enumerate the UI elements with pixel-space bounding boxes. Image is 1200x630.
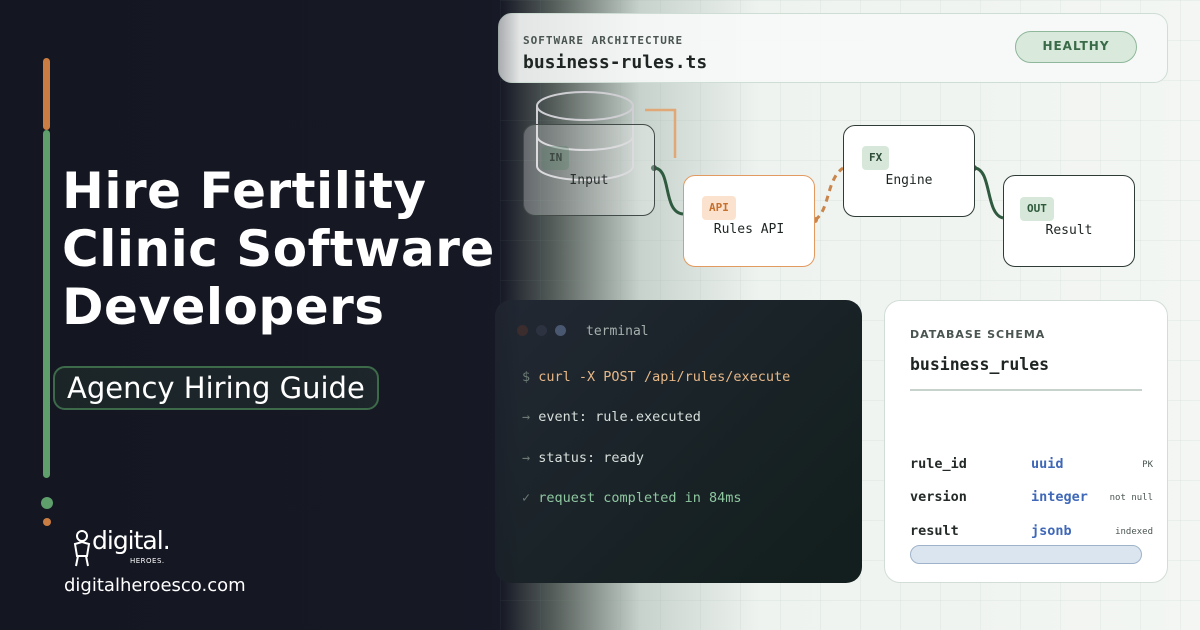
header-file-title: business-rules.ts	[523, 52, 708, 73]
headline-line: Hire Fertility	[62, 162, 427, 220]
page-headline: Hire Fertility Clinic Software Developer…	[62, 162, 512, 336]
flow-node-engine: FX Engine	[843, 125, 975, 217]
status-badge: HEALTHY	[1015, 31, 1137, 63]
schema-row: version integer not null	[910, 489, 1155, 509]
accent-dot-green	[41, 497, 53, 509]
field-name: version	[910, 489, 967, 505]
brand-logo: digital. HEROES.	[70, 526, 190, 570]
node-tag: IN	[542, 146, 570, 170]
accent-dot-orange	[43, 518, 51, 526]
field-type: uuid	[1031, 456, 1064, 472]
line-text: curl -X POST /api/rules/execute	[538, 369, 791, 385]
terminal-line: → status: ready	[522, 450, 644, 466]
headline-line: Developers	[62, 278, 385, 336]
line-prefix: →	[522, 409, 531, 425]
line-prefix: $	[522, 369, 531, 385]
node-label: Result	[1045, 223, 1093, 238]
flow-node-rules-api: API Rules API	[683, 175, 815, 267]
database-schema-card: DATABASE SCHEMA business_rules rule_id u…	[884, 300, 1168, 583]
terminal-line: → event: rule.executed	[522, 409, 701, 425]
field-name: result	[910, 523, 959, 539]
accent-bar-green	[43, 130, 50, 478]
schema-row: result jsonb indexed	[910, 523, 1155, 543]
schema-row: rule_id uuid PK	[910, 456, 1155, 476]
header-eyebrow: SOFTWARE ARCHITECTURE	[523, 34, 684, 47]
window-dot-icon	[555, 325, 566, 336]
field-attr: indexed	[1115, 527, 1153, 537]
architecture-header-card: SOFTWARE ARCHITECTURE business-rules.ts …	[498, 13, 1168, 83]
flow-node-input: IN Input	[523, 124, 655, 216]
window-dot-icon	[536, 325, 547, 336]
field-name: rule_id	[910, 456, 967, 472]
terminal-title: terminal	[586, 324, 649, 339]
node-tag: FX	[862, 146, 890, 170]
flow-node-result: OUT Result	[1003, 175, 1135, 267]
brand-subtitle: HEROES.	[130, 557, 165, 565]
headline-line: Clinic Software	[62, 220, 495, 278]
line-prefix: →	[522, 450, 531, 466]
node-label: Input	[569, 173, 609, 188]
line-text: request completed in 84ms	[538, 490, 742, 506]
accent-bar-orange	[43, 58, 50, 130]
node-label: Rules API	[713, 222, 785, 237]
field-type: integer	[1031, 489, 1088, 505]
site-url: digitalheroesco.com	[64, 575, 246, 596]
line-text: event: rule.executed	[538, 409, 701, 425]
schema-highlight-bar	[910, 545, 1142, 564]
node-tag: OUT	[1020, 197, 1054, 221]
field-attr: not null	[1109, 493, 1153, 503]
tagline-badge: Agency Hiring Guide	[53, 366, 379, 410]
terminal-window: terminal $ curl -X POST /api/rules/execu…	[495, 300, 862, 583]
line-text: status: ready	[538, 450, 644, 466]
field-type: jsonb	[1031, 523, 1072, 539]
divider	[910, 389, 1142, 391]
schema-eyebrow: DATABASE SCHEMA	[910, 328, 1046, 341]
node-tag: API	[702, 196, 736, 220]
brand-name: digital.	[92, 526, 171, 555]
hero-figure-icon	[73, 530, 91, 567]
terminal-line: $ curl -X POST /api/rules/execute	[522, 369, 790, 385]
schema-table-name: business_rules	[910, 355, 1050, 374]
field-attr: PK	[1142, 460, 1153, 470]
line-prefix: ✓	[522, 490, 531, 506]
terminal-line: ✓ request completed in 84ms	[522, 490, 741, 506]
node-label: Engine	[885, 173, 933, 188]
